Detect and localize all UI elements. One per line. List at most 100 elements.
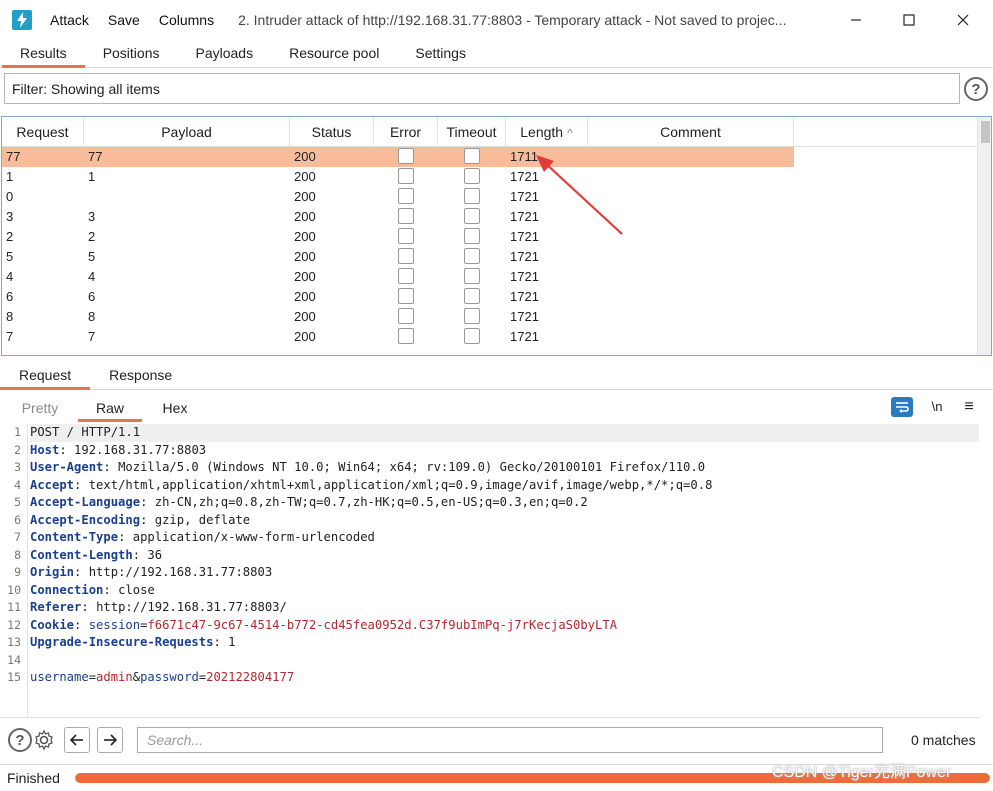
code-line: POST / HTTP/1.1 — [30, 424, 980, 442]
cell-comment — [588, 147, 794, 167]
search-input[interactable] — [137, 727, 883, 753]
tab-raw[interactable]: Raw — [78, 394, 142, 422]
tab-pretty[interactable]: Pretty — [20, 394, 60, 422]
line-number: 12 — [7, 617, 21, 632]
column-header-request[interactable]: Request — [2, 117, 84, 147]
cell-status: 200 — [294, 149, 316, 164]
error-checkbox — [398, 148, 414, 164]
minimize-icon[interactable] — [833, 0, 879, 40]
line-number: 2 — [14, 442, 21, 457]
param-name: username — [30, 670, 89, 684]
request-editor[interactable]: 1 2 3 4 5 6 7 8 9 10 11 12 13 14 15 POST / HTTP/1.1 Hos… — [0, 424, 993, 718]
header-value: close — [118, 582, 155, 597]
cell-payload — [84, 187, 290, 207]
table-row[interactable]: 5 5 200 1721 — [2, 247, 977, 267]
cell-comment — [588, 267, 794, 287]
tab-resource-pool[interactable]: Resource pool — [271, 40, 397, 68]
header-separator: : — [74, 477, 89, 492]
request-code[interactable]: POST / HTTP/1.1 Host: 192.168.31.77:8803 U… — [30, 424, 980, 687]
cell-error — [374, 227, 438, 247]
arrow-left-icon[interactable] — [64, 727, 90, 753]
show-newlines-button[interactable]: \n — [927, 397, 947, 417]
line-number: 7 — [14, 530, 21, 544]
table-row[interactable]: 77 77 200 1711 — [2, 147, 794, 167]
cell-length: 1721 — [510, 189, 539, 204]
column-header-error[interactable]: Error — [374, 117, 438, 147]
table-row[interactable]: 1 1 200 1721 — [2, 167, 977, 187]
cell-comment — [588, 227, 794, 247]
maximize-icon[interactable] — [886, 0, 932, 40]
hamburger-menu-icon[interactable]: ≡ — [959, 397, 979, 417]
column-header-length[interactable]: Length ^ — [506, 117, 588, 147]
cell-error — [374, 207, 438, 227]
cell-status: 200 — [294, 209, 316, 224]
cell-timeout — [438, 307, 506, 327]
cell-error — [374, 147, 438, 167]
header-value: gzip, deflate — [154, 512, 251, 527]
header-name: Accept-Language — [30, 495, 141, 509]
error-checkbox — [398, 328, 414, 344]
table-scrollbar-thumb[interactable] — [981, 121, 990, 143]
gear-icon[interactable] — [31, 727, 57, 753]
editor-scrollbar[interactable] — [979, 424, 993, 718]
match-count: 0 matches — [911, 732, 976, 748]
filter-bar[interactable]: Filter: Showing all items — [4, 73, 960, 104]
tab-response[interactable]: Response — [90, 362, 191, 390]
tab-positions[interactable]: Positions — [85, 40, 178, 68]
search-bar: ? 0 matches — [0, 720, 993, 760]
cell-error — [374, 167, 438, 187]
header-separator: : — [132, 547, 148, 562]
tab-payloads[interactable]: Payloads — [178, 40, 272, 68]
code-line: Cookie: session=f6671c47-9c67-4514-b772-… — [30, 617, 980, 635]
cell-length: 1721 — [510, 269, 539, 284]
tab-request[interactable]: Request — [0, 362, 91, 390]
timeout-checkbox — [464, 208, 480, 224]
line-number: 8 — [14, 547, 21, 562]
line-number: 6 — [14, 512, 21, 527]
menu-save[interactable]: Save — [108, 12, 140, 28]
cell-error — [374, 267, 438, 287]
table-scrollbar[interactable] — [977, 117, 991, 355]
table-row[interactable]: 0 200 1721 — [2, 187, 977, 207]
cell-status: 200 — [294, 289, 316, 304]
column-header-status[interactable]: Status — [290, 117, 374, 147]
help-icon[interactable]: ? — [964, 77, 988, 101]
arrow-right-icon[interactable] — [97, 727, 123, 753]
column-header-comment[interactable]: Comment — [588, 117, 794, 147]
cell-timeout — [438, 287, 506, 307]
cell-request: 8 — [6, 309, 14, 324]
cell-payload: 77 — [88, 149, 103, 164]
code-line: username=admin&password=202122804177 — [30, 669, 980, 687]
header-separator: : — [74, 565, 89, 579]
tab-settings[interactable]: Settings — [397, 40, 484, 68]
tab-results[interactable]: Results — [2, 40, 85, 68]
code-line: User-Agent: Mozilla/5.0 (Windows NT 10.0… — [30, 459, 980, 477]
close-icon[interactable] — [940, 0, 986, 40]
table-row[interactable]: 6 6 200 1721 — [2, 287, 977, 307]
menu-attack[interactable]: Attack — [50, 12, 89, 28]
wrap-lines-icon[interactable] — [891, 397, 913, 417]
table-row[interactable]: 2 2 200 1721 — [2, 227, 977, 247]
table-row[interactable]: 8 8 200 1721 — [2, 307, 977, 327]
table-row[interactable]: 4 4 200 1721 — [2, 267, 977, 287]
menu-columns[interactable]: Columns — [159, 12, 214, 28]
header-name: User-Agent — [30, 460, 104, 474]
column-header-payload[interactable]: Payload — [84, 117, 290, 147]
header-value: POST / HTTP/1.1 — [30, 425, 141, 439]
tab-hex[interactable]: Hex — [150, 394, 200, 422]
column-header-timeout[interactable]: Timeout — [438, 117, 506, 147]
table-row[interactable]: 7 7 200 1721 — [2, 327, 977, 347]
table-row[interactable]: 3 3 200 1721 — [2, 207, 977, 227]
cell-request: 7 — [6, 329, 14, 344]
table-header: Request Payload Status Error Timeout Len… — [2, 117, 991, 147]
header-name: Accept — [30, 477, 75, 492]
cell-payload: 6 — [88, 289, 96, 304]
burp-logo-icon — [12, 10, 32, 30]
code-line: Referer: http://192.168.31.77:8803/ — [30, 599, 980, 617]
cell-payload: 4 — [88, 269, 96, 284]
cell-payload: 2 — [88, 229, 96, 244]
code-line: Accept-Encoding: gzip, deflate — [30, 512, 980, 530]
help-icon[interactable]: ? — [8, 728, 32, 752]
cell-comment — [588, 247, 794, 267]
cell-comment — [588, 167, 794, 187]
